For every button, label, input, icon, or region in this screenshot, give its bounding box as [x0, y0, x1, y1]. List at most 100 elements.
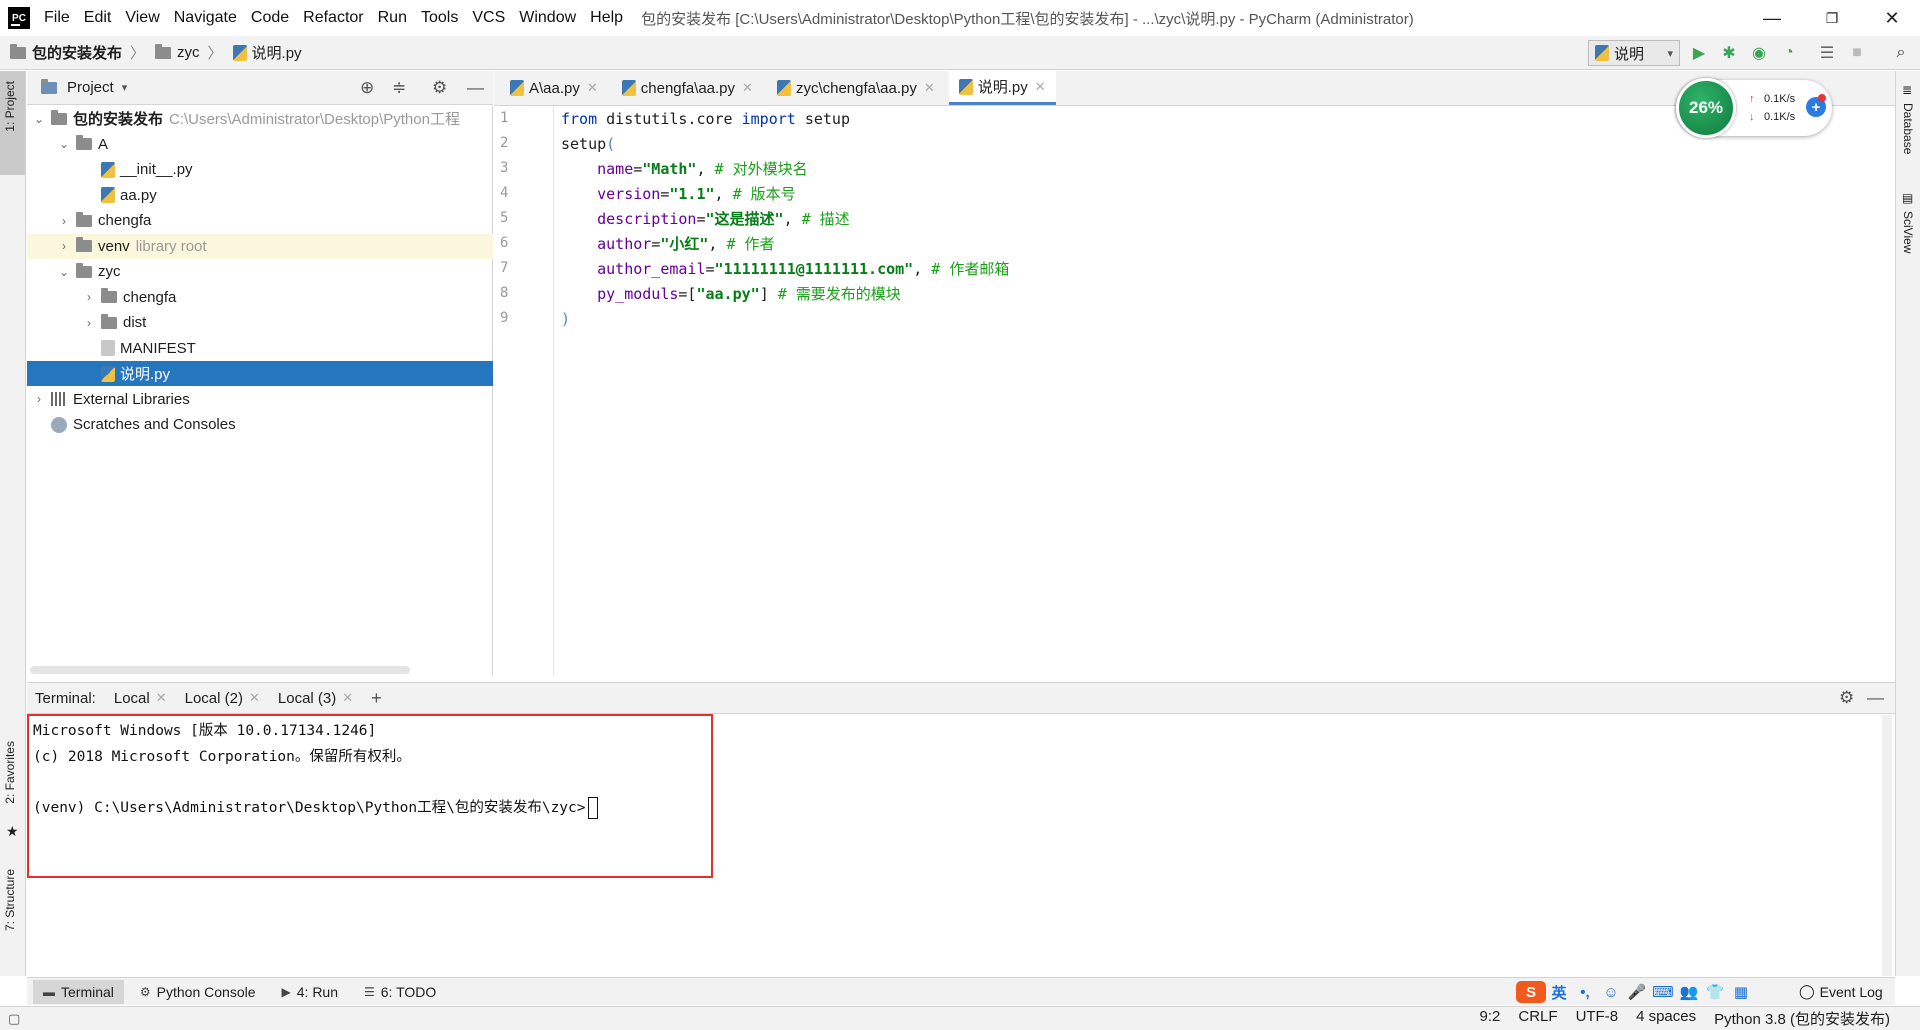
profile-icon[interactable]: ◔ [1778, 42, 1800, 64]
tree-item[interactable]: 说明.py [27, 361, 493, 386]
tree-item[interactable]: aa.py [27, 183, 493, 208]
chevron-right-icon[interactable]: › [81, 316, 97, 330]
tree-horizontal-scrollbar[interactable] [30, 666, 410, 674]
chevron-down-icon[interactable]: ⌄ [56, 137, 72, 151]
menu-run[interactable]: Run [378, 9, 407, 27]
coverage-icon[interactable]: ◉ [1748, 42, 1770, 64]
menu-code[interactable]: Code [251, 9, 289, 27]
tree-item[interactable]: › chengfa [27, 285, 493, 310]
gear-icon[interactable]: ⚙ [432, 78, 447, 98]
ime-emoji-icon[interactable]: ☺ [1598, 981, 1624, 1003]
breadcrumb-folder[interactable]: zyc 〉 [155, 42, 223, 63]
menu-file[interactable]: File [44, 9, 70, 27]
close-tab-icon[interactable]: ✕ [1035, 79, 1046, 95]
tool-window-button[interactable]: ▶ 4: Run [272, 980, 348, 1004]
structure-tool-tab[interactable]: 7: Structure [3, 869, 17, 931]
chevron-down-icon[interactable]: ⌄ [56, 265, 72, 279]
close-tab-icon[interactable]: ✕ [924, 80, 935, 96]
menu-view[interactable]: View [125, 9, 159, 27]
code-editor[interactable]: from distutils.core import setup setup( n… [555, 106, 1895, 676]
menu-edit[interactable]: Edit [84, 9, 112, 27]
chevron-right-icon[interactable]: › [56, 214, 72, 228]
add-terminal-button[interactable]: + [371, 688, 382, 709]
database-tool-tab[interactable]: Database [1901, 103, 1915, 154]
network-monitor-widget[interactable]: 26% ↑ 0.1K/s ↓ 0.1K/s + [1676, 78, 1832, 138]
collapse-all-icon[interactable]: ≑ [392, 78, 406, 98]
tree-item[interactable]: __init__.py [27, 157, 493, 182]
chevron-right-icon[interactable]: › [56, 239, 72, 253]
menu-window[interactable]: Window [519, 9, 576, 27]
hide-icon[interactable]: — [1867, 688, 1884, 708]
editor-tab[interactable]: chengfa\aa.py ✕ [612, 71, 763, 105]
minimize-button[interactable]: — [1742, 0, 1802, 36]
ime-voice-icon[interactable]: 🎤 [1624, 981, 1650, 1003]
stop-icon[interactable]: ■ [1846, 42, 1868, 64]
close-tab-icon[interactable]: ✕ [587, 80, 598, 96]
menu-help[interactable]: Help [590, 9, 623, 27]
chevron-right-icon[interactable]: › [81, 290, 97, 304]
terminal-tab[interactable]: Local (3) ✕ [278, 690, 353, 707]
menu-vcs[interactable]: VCS [472, 9, 505, 27]
project-panel-header: Project ▾ ⊕ ≑ ⚙ — [27, 71, 493, 105]
menu-navigate[interactable]: Navigate [174, 9, 237, 27]
sogou-ime-logo[interactable]: S [1516, 981, 1546, 1003]
menu-tools[interactable]: Tools [421, 9, 458, 27]
tree-item[interactable]: › venv library root [27, 233, 493, 259]
ime-language-toggle[interactable]: 英 [1546, 981, 1572, 1003]
favorites-tool-tab[interactable]: 2: Favorites [3, 741, 17, 804]
ime-users-icon[interactable]: 👥 [1676, 981, 1702, 1003]
run-icon[interactable]: ▶ [1688, 42, 1710, 64]
ime-keyboard-icon[interactable]: ⌨ [1650, 981, 1676, 1003]
tree-item[interactable]: ⌄ zyc [27, 259, 493, 284]
hide-icon[interactable]: — [467, 78, 484, 98]
debug-icon[interactable]: ✱ [1718, 42, 1740, 64]
close-tab-icon[interactable]: ✕ [156, 690, 167, 706]
locate-icon[interactable]: ⊕ [360, 78, 374, 98]
file-encoding[interactable]: UTF-8 [1576, 1008, 1619, 1029]
tool-window-button[interactable]: ☰ 6: TODO [354, 980, 446, 1004]
tree-item[interactable]: MANIFEST [27, 336, 493, 361]
editor-tab[interactable]: zyc\chengfa\aa.py ✕ [767, 71, 945, 105]
close-button[interactable]: ✕ [1862, 0, 1920, 36]
search-icon[interactable]: ⌕ [1890, 42, 1912, 64]
menu-refactor[interactable]: Refactor [303, 9, 363, 27]
ime-skin-icon[interactable]: 👕 [1702, 981, 1728, 1003]
restore-button[interactable]: ❐ [1802, 0, 1862, 36]
chevron-right-icon[interactable]: › [31, 392, 47, 406]
project-tool-tab[interactable]: 1: Project [3, 81, 17, 132]
tree-item[interactable]: ⌄ 包的安装发布 C:\Users\Administrator\Desktop\Py… [27, 106, 493, 131]
ime-toolbox-icon[interactable]: ▦ [1728, 981, 1754, 1003]
terminal-tab[interactable]: Local ✕ [114, 690, 167, 707]
tree-item[interactable]: Scratches and Consoles [27, 412, 493, 437]
terminal-tab[interactable]: Local (2) ✕ [185, 690, 260, 707]
python-interpreter[interactable]: Python 3.8 (包的安装发布) [1714, 1008, 1890, 1029]
caret-position[interactable]: 9:2 [1480, 1008, 1501, 1029]
sciview-tool-tab[interactable]: SciView [1901, 211, 1915, 253]
chevron-down-icon[interactable]: ⌄ [31, 112, 47, 126]
indent-setting[interactable]: 4 spaces [1636, 1008, 1696, 1029]
project-view-title[interactable]: Project [67, 79, 114, 96]
layout-toggle-icon[interactable]: ▢ [8, 1011, 20, 1027]
run-configuration-select[interactable]: 说明 ▾ [1588, 40, 1680, 66]
chevron-down-icon[interactable]: ▾ [122, 81, 128, 94]
close-tab-icon[interactable]: ✕ [342, 690, 353, 706]
gear-icon[interactable]: ⚙ [1839, 688, 1854, 708]
event-log-button[interactable]: ◯ Event Log [1799, 983, 1883, 1000]
close-tab-icon[interactable]: ✕ [249, 690, 260, 706]
ime-punctuation-icon[interactable]: •, [1572, 981, 1598, 1003]
terminal-scrollbar[interactable] [1882, 715, 1892, 976]
line-separator[interactable]: CRLF [1518, 1008, 1557, 1029]
tool-window-label: 6: TODO [380, 983, 437, 1000]
breadcrumb-file[interactable]: 说明.py [232, 42, 302, 63]
tree-item[interactable]: › chengfa [27, 208, 493, 233]
tool-window-button[interactable]: ⚙ Python Console [130, 980, 266, 1004]
tree-item[interactable]: › dist [27, 310, 493, 335]
breadcrumb-project[interactable]: 包的安装发布 〉 [10, 42, 145, 63]
tree-item[interactable]: ⌄ A [27, 132, 493, 157]
editor-tab[interactable]: A\aa.py ✕ [500, 71, 608, 105]
tree-item[interactable]: › External Libraries [27, 387, 493, 412]
editor-tab[interactable]: 说明.py ✕ [948, 71, 1056, 105]
close-tab-icon[interactable]: ✕ [742, 80, 753, 96]
tool-window-button[interactable]: ▬ Terminal [33, 979, 124, 1004]
build-icon[interactable]: ☰ [1816, 42, 1838, 64]
